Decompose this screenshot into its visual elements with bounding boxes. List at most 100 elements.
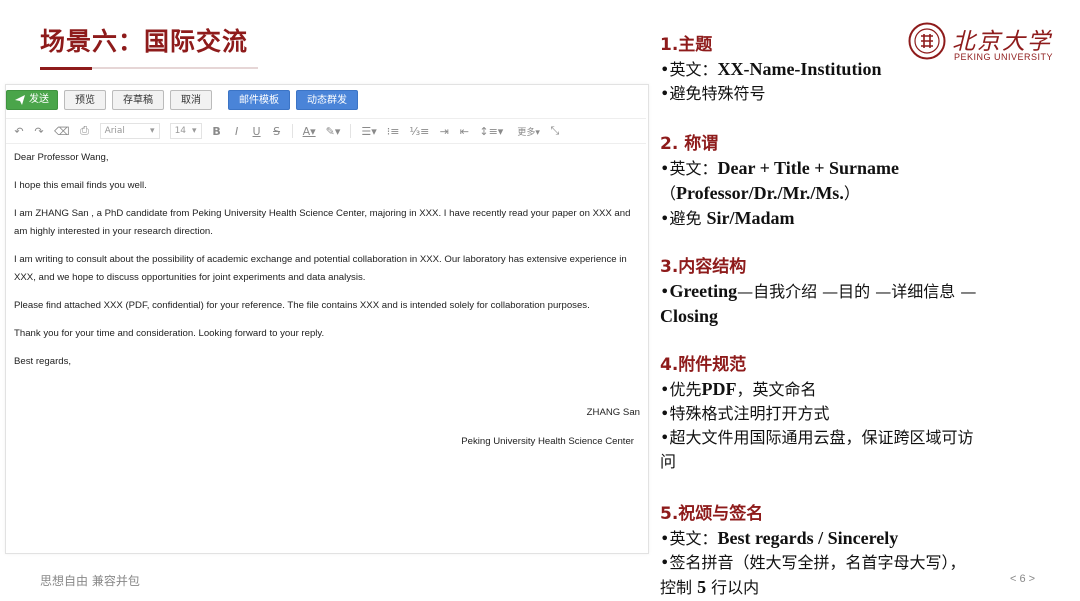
dynamic-group-button[interactable]: 动态群发	[296, 90, 358, 110]
line-bold: Sir/Madam	[706, 208, 795, 228]
section-line: 问	[660, 450, 1072, 474]
line-prefix: •超大文件用国际通用云盘，保证跨区域可访	[660, 428, 974, 447]
font-size-value: 14	[174, 126, 187, 136]
page-number: < 6 >	[1010, 573, 1036, 585]
line-prefix: 问	[660, 452, 677, 471]
preview-button[interactable]: 预览	[64, 90, 106, 110]
line-prefix: •优先	[660, 380, 702, 399]
line-rest: ，英文命名	[736, 380, 817, 399]
section-heading: 1.主题	[660, 35, 713, 55]
section-line: •避免 Sir/Madam	[660, 206, 1072, 231]
print-icon[interactable]: ⎙	[80, 124, 90, 138]
line-rest: 行以内	[706, 578, 760, 597]
email-line: I hope this email finds you well.	[14, 180, 147, 191]
line-bold: Dear + Title + Surname	[717, 158, 899, 178]
redo-icon[interactable]: ↷	[34, 125, 44, 138]
align-icon[interactable]: ☰▾	[361, 125, 376, 138]
section-line: •英文：Best regards / Sincerely	[660, 526, 1072, 551]
line-bold: Greeting	[669, 281, 738, 301]
line-bold: 5	[697, 577, 707, 597]
bar-spacer	[218, 90, 222, 112]
slide-title: 场景六：国际交流	[40, 27, 249, 56]
line-bold: Best regards / Sincerely	[717, 528, 899, 548]
line-prefix: •英文：	[660, 159, 718, 178]
undo-icon[interactable]: ↶	[14, 125, 24, 138]
signature-organization: Peking University Health Science Center	[461, 436, 634, 447]
chevron-down-icon: ▾	[192, 126, 197, 136]
section-line: •签名拼音（姓大写全拼，名首字母大写），	[660, 551, 1072, 575]
email-paragraph: I am writing to consult about the possib…	[14, 254, 627, 283]
line-prefix: •特殊格式注明打开方式	[660, 404, 830, 423]
line-bold: PDF	[701, 379, 737, 399]
line-prefix: •英文：	[660, 60, 718, 79]
line-prefix: 控制	[660, 578, 698, 597]
email-closing: Best regards,	[14, 356, 72, 367]
email-greeting: Dear Professor Wang,	[14, 152, 109, 163]
send-button[interactable]: 发送	[6, 90, 58, 110]
title-rule-accent	[40, 67, 92, 70]
section-line: Closing	[660, 304, 1072, 329]
section-line: •超大文件用国际通用云盘，保证跨区域可访	[660, 426, 1072, 450]
line-prefix: （	[660, 184, 677, 203]
font-size-select[interactable]: 14 ▾	[169, 123, 202, 139]
strikethrough-icon[interactable]: S	[272, 125, 282, 138]
footer-motto: 思想自由 兼容并包	[40, 574, 140, 588]
indent-icon[interactable]: ⇥	[439, 125, 449, 138]
underline-icon[interactable]: U	[252, 125, 262, 138]
section-line: •Greeting—自我介绍 —目的 —详细信息 —	[660, 279, 1072, 304]
paper-plane-icon	[15, 95, 25, 105]
section-structure: 3.内容结构 •Greeting—自我介绍 —目的 —详细信息 — Closin…	[660, 255, 1072, 329]
save-draft-button[interactable]: 存草稿	[112, 90, 164, 110]
section-line: （Professor/Dr./Mr./Ms.）	[660, 181, 1072, 206]
line-prefix: •避免特殊符号	[660, 84, 766, 103]
collapse-icon[interactable]: ⤡	[550, 124, 560, 138]
bullet-list-icon[interactable]: ⁝≡	[387, 125, 400, 138]
more-menu[interactable]: 更多▾	[517, 125, 540, 138]
template-button[interactable]: 邮件模板	[228, 90, 290, 110]
toolbar-divider	[350, 124, 352, 138]
editor-toolbar: ↶ ↷ ⌫ ⎙ Arial ▾ 14 ▾ B I U S A▾ ✎▾ ☰▾ ⁝≡…	[6, 118, 646, 144]
section-line: •英文：XX-Name-Institution	[660, 57, 1072, 82]
eraser-icon[interactable]: ⌫	[54, 125, 70, 138]
email-body[interactable]: Dear Professor Wang, I hope this email f…	[14, 149, 638, 381]
font-family-select[interactable]: Arial ▾	[99, 123, 160, 139]
font-color-icon[interactable]: A▾	[303, 125, 316, 138]
line-prefix: •避免	[660, 209, 707, 228]
line-bold: Closing	[660, 306, 719, 326]
section-heading: 3.内容结构	[660, 257, 747, 277]
line-rest: ）	[843, 184, 860, 203]
section-heading: 4.附件规范	[660, 355, 747, 375]
toolbar-divider	[291, 124, 293, 138]
email-paragraph: I am ZHANG San , a PhD candidate from Pe…	[14, 208, 631, 237]
more-label: 更多	[517, 127, 536, 138]
email-compose-window: 发送 预览 存草稿 取消 邮件模板 动态群发 ↶ ↷ ⌫ ⎙ Arial ▾ 1…	[5, 84, 649, 554]
line-prefix: •英文：	[660, 529, 718, 548]
numbered-list-icon[interactable]: ⅓≡	[409, 125, 429, 138]
email-paragraph: Thank you for your time and consideratio…	[14, 328, 325, 339]
italic-icon[interactable]: I	[232, 125, 242, 138]
line-rest: —自我介绍 —目的 —详细信息 —	[737, 282, 977, 301]
section-attachments: 4.附件规范 •优先PDF，英文命名 •特殊格式注明打开方式 •超大文件用国际通…	[660, 353, 1072, 474]
chevron-down-icon: ▾	[150, 126, 155, 136]
section-line: •特殊格式注明打开方式	[660, 402, 1072, 426]
line-prefix: •签名拼音（姓大写全拼，名首字母大写），	[660, 553, 966, 572]
section-closing: 5.祝颂与签名 •英文：Best regards / Sincerely •签名…	[660, 502, 1072, 600]
signature-name: ZHANG San	[586, 407, 640, 418]
section-heading: 5.祝颂与签名	[660, 504, 764, 524]
font-family-value: Arial	[104, 126, 125, 136]
email-paragraph: Please find attached XXX (PDF, confident…	[14, 300, 590, 311]
line-bold: XX-Name-Institution	[717, 59, 882, 79]
section-line: •英文：Dear + Title + Surname	[660, 156, 1072, 181]
bold-icon[interactable]: B	[212, 125, 222, 138]
section-heading: 2. 称谓	[660, 134, 719, 154]
section-line: •优先PDF，英文命名	[660, 377, 1072, 402]
line-bold: Professor/Dr./Mr./Ms.	[676, 183, 844, 203]
highlight-icon[interactable]: ✎▾	[326, 125, 341, 138]
section-salutation: 2. 称谓 •英文：Dear + Title + Surname （Profes…	[660, 132, 1072, 231]
line-height-icon[interactable]: ↕≡▾	[479, 125, 503, 138]
action-bar: 发送 预览 存草稿 取消 邮件模板 动态群发	[6, 90, 358, 112]
cancel-button[interactable]: 取消	[170, 90, 212, 110]
outdent-icon[interactable]: ⇤	[459, 125, 469, 138]
section-subject: 1.主题 •英文：XX-Name-Institution •避免特殊符号	[660, 33, 1072, 106]
send-label: 发送	[29, 94, 49, 105]
